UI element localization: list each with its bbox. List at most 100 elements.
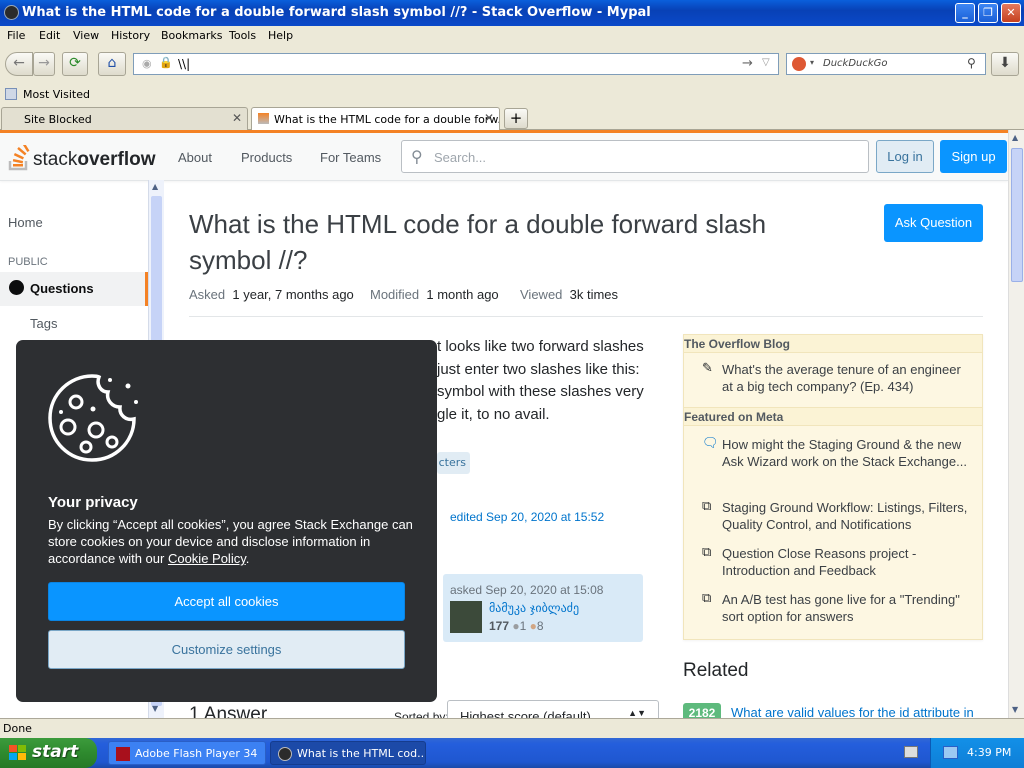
blog-item-link[interactable]: What's the average tenure of an engineer…: [722, 361, 972, 395]
related-heading: Related: [683, 660, 749, 681]
nav-for-teams[interactable]: For Teams: [320, 150, 381, 165]
menu-file[interactable]: File: [7, 29, 25, 42]
so-search-input[interactable]: ⚲ Search...: [401, 140, 869, 173]
magnifier-icon[interactable]: ⚲: [967, 56, 976, 70]
sort-select[interactable]: Highest score (default) ▲▼: [447, 700, 659, 718]
download-icon[interactable]: ⬇: [991, 52, 1019, 76]
scroll-up-icon[interactable]: ▲: [152, 182, 158, 191]
question-body-line: symbol with these slashes very: [437, 383, 644, 400]
silver-badge-count: 1: [519, 619, 527, 633]
menu-history[interactable]: History: [111, 29, 150, 42]
minimize-button[interactable]: _: [955, 3, 975, 23]
related-question-link[interactable]: What are valid values for the id attribu…: [731, 705, 974, 718]
meta-item-link[interactable]: How might the Staging Ground & the new A…: [722, 436, 972, 470]
search-bar[interactable]: ▾ DuckDuckGo ⚲: [786, 53, 986, 75]
pencil-icon: ✎: [702, 361, 713, 376]
answers-heading: 1 Answer: [189, 704, 268, 718]
asked-value: 1 year, 7 months ago: [232, 287, 354, 302]
scroll-up-icon[interactable]: ▲: [1012, 133, 1018, 142]
cookie-consent-dialog: Your privacy By clicking “Accept all coo…: [16, 340, 437, 702]
menu-bar: File Edit View History Bookmarks Tools H…: [0, 26, 1024, 46]
reputation: 177 ●1 ●8: [489, 619, 544, 633]
stack-exchange-icon: ⧉: [702, 591, 712, 606]
mypal-app-icon: [4, 5, 19, 20]
taskbar-item-flash[interactable]: Adobe Flash Player 34: [108, 741, 266, 765]
dropdown-icon[interactable]: ▽: [762, 57, 770, 68]
clock[interactable]: 4:39 PM: [967, 746, 1011, 759]
asker-card: asked Sep 20, 2020 at 15:08 მამუკა ჯიბლა…: [443, 574, 643, 642]
nav-products[interactable]: Products: [241, 150, 292, 165]
tab-stackoverflow[interactable]: What is the HTML code for a double forw.…: [251, 107, 500, 130]
asked-timestamp: asked Sep 20, 2020 at 15:08: [450, 583, 604, 597]
avatar[interactable]: [450, 601, 482, 633]
close-button[interactable]: ✕: [1001, 3, 1021, 23]
bookmark-page-icon: [5, 88, 17, 100]
taskbar-item-browser[interactable]: What is the HTML cod...: [270, 741, 426, 765]
page-scroll-thumb[interactable]: [1011, 148, 1023, 282]
nav-about[interactable]: About: [178, 150, 212, 165]
window-title: What is the HTML code for a double forwa…: [22, 5, 651, 20]
username-link[interactable]: მამუკა ჯიბლაძე: [489, 601, 579, 615]
question-tag[interactable]: cters: [437, 452, 470, 474]
menu-view[interactable]: View: [73, 29, 99, 42]
chat-bubble-icon: 🗨: [702, 436, 719, 451]
most-visited-bookmark[interactable]: Most Visited: [23, 88, 90, 101]
sidebar-item-home[interactable]: Home: [8, 215, 43, 230]
forward-icon[interactable]: →: [33, 52, 55, 76]
login-button[interactable]: Log in: [876, 140, 934, 173]
new-tab-button[interactable]: +: [504, 108, 528, 129]
keyboard-tray-icon[interactable]: [904, 746, 918, 758]
stackoverflow-favicon-icon: [258, 113, 269, 124]
url-bar[interactable]: ◉ 🔒 \\| → ▽: [133, 53, 779, 75]
accept-cookies-button[interactable]: Accept all cookies: [48, 582, 405, 621]
restore-button[interactable]: ❐: [978, 3, 998, 23]
engine-dropdown-icon[interactable]: ▾: [810, 58, 814, 67]
ask-question-button[interactable]: Ask Question: [884, 204, 983, 242]
tab-close-icon[interactable]: ✕: [484, 111, 494, 125]
modified-value[interactable]: 1 month ago: [426, 287, 498, 302]
network-tray-icon[interactable]: [943, 746, 958, 759]
stack-exchange-icon: ⧉: [702, 545, 712, 560]
tab-close-icon[interactable]: ✕: [232, 111, 242, 125]
related-score-badge: 2182: [683, 703, 721, 718]
scroll-down-icon[interactable]: ▼: [152, 704, 158, 713]
start-button[interactable]: start: [0, 738, 97, 768]
title-bar: What is the HTML code for a double forwa…: [0, 0, 1024, 26]
so-header: stackoverflow About Products For Teams ⚲…: [0, 133, 1008, 181]
edited-link[interactable]: edited Sep 20, 2020 at 15:52: [450, 510, 604, 524]
menu-bookmarks[interactable]: Bookmarks: [161, 29, 222, 42]
status-text: Done: [3, 722, 32, 735]
meta-item-link[interactable]: Staging Ground Workflow: Listings, Filte…: [722, 499, 972, 533]
meta-item-link[interactable]: An A/B test has gone live for a "Trendin…: [722, 591, 972, 625]
silver-badge-icon: ●: [512, 619, 520, 633]
stackoverflow-logo-icon: [8, 142, 30, 171]
taskbar: start Adobe Flash Player 34 What is the …: [0, 738, 1024, 768]
scroll-down-icon[interactable]: ▼: [1012, 705, 1018, 714]
reload-icon[interactable]: ⟳: [62, 52, 88, 76]
url-input[interactable]: \\|: [178, 57, 190, 71]
menu-help[interactable]: Help: [268, 29, 293, 42]
home-icon[interactable]: ⌂: [98, 52, 126, 76]
cookie-policy-link[interactable]: Cookie Policy: [168, 551, 246, 566]
sort-label: Sorted by:: [394, 710, 449, 718]
duckduckgo-icon[interactable]: [792, 57, 806, 71]
tab-site-blocked[interactable]: Site Blocked ✕: [1, 107, 248, 130]
cookie-icon: [46, 372, 138, 467]
menu-tools[interactable]: Tools: [229, 29, 256, 42]
go-arrow-icon[interactable]: →: [742, 56, 753, 71]
page-scrollbar[interactable]: ▲ ▼: [1008, 130, 1024, 718]
question-title[interactable]: What is the HTML code for a double forwa…: [189, 206, 829, 278]
back-icon[interactable]: ←: [5, 52, 33, 76]
sidebar-item-questions[interactable]: Questions: [30, 281, 94, 296]
meta-item-link[interactable]: Question Close Reasons project - Introdu…: [722, 545, 972, 579]
search-placeholder: DuckDuckGo: [823, 58, 888, 69]
signup-button[interactable]: Sign up: [940, 140, 1007, 173]
mypal-icon: [278, 747, 292, 761]
tab-strip: Site Blocked ✕ What is the HTML code for…: [0, 106, 1024, 130]
logo-text-bold: overflow: [77, 149, 156, 170]
question-body-line: gle it, to no avail.: [437, 406, 550, 423]
customize-settings-button[interactable]: Customize settings: [48, 630, 405, 669]
sidebar-item-tags[interactable]: Tags: [30, 316, 57, 331]
menu-edit[interactable]: Edit: [39, 29, 60, 42]
stackoverflow-logo[interactable]: stackoverflow: [8, 142, 156, 171]
